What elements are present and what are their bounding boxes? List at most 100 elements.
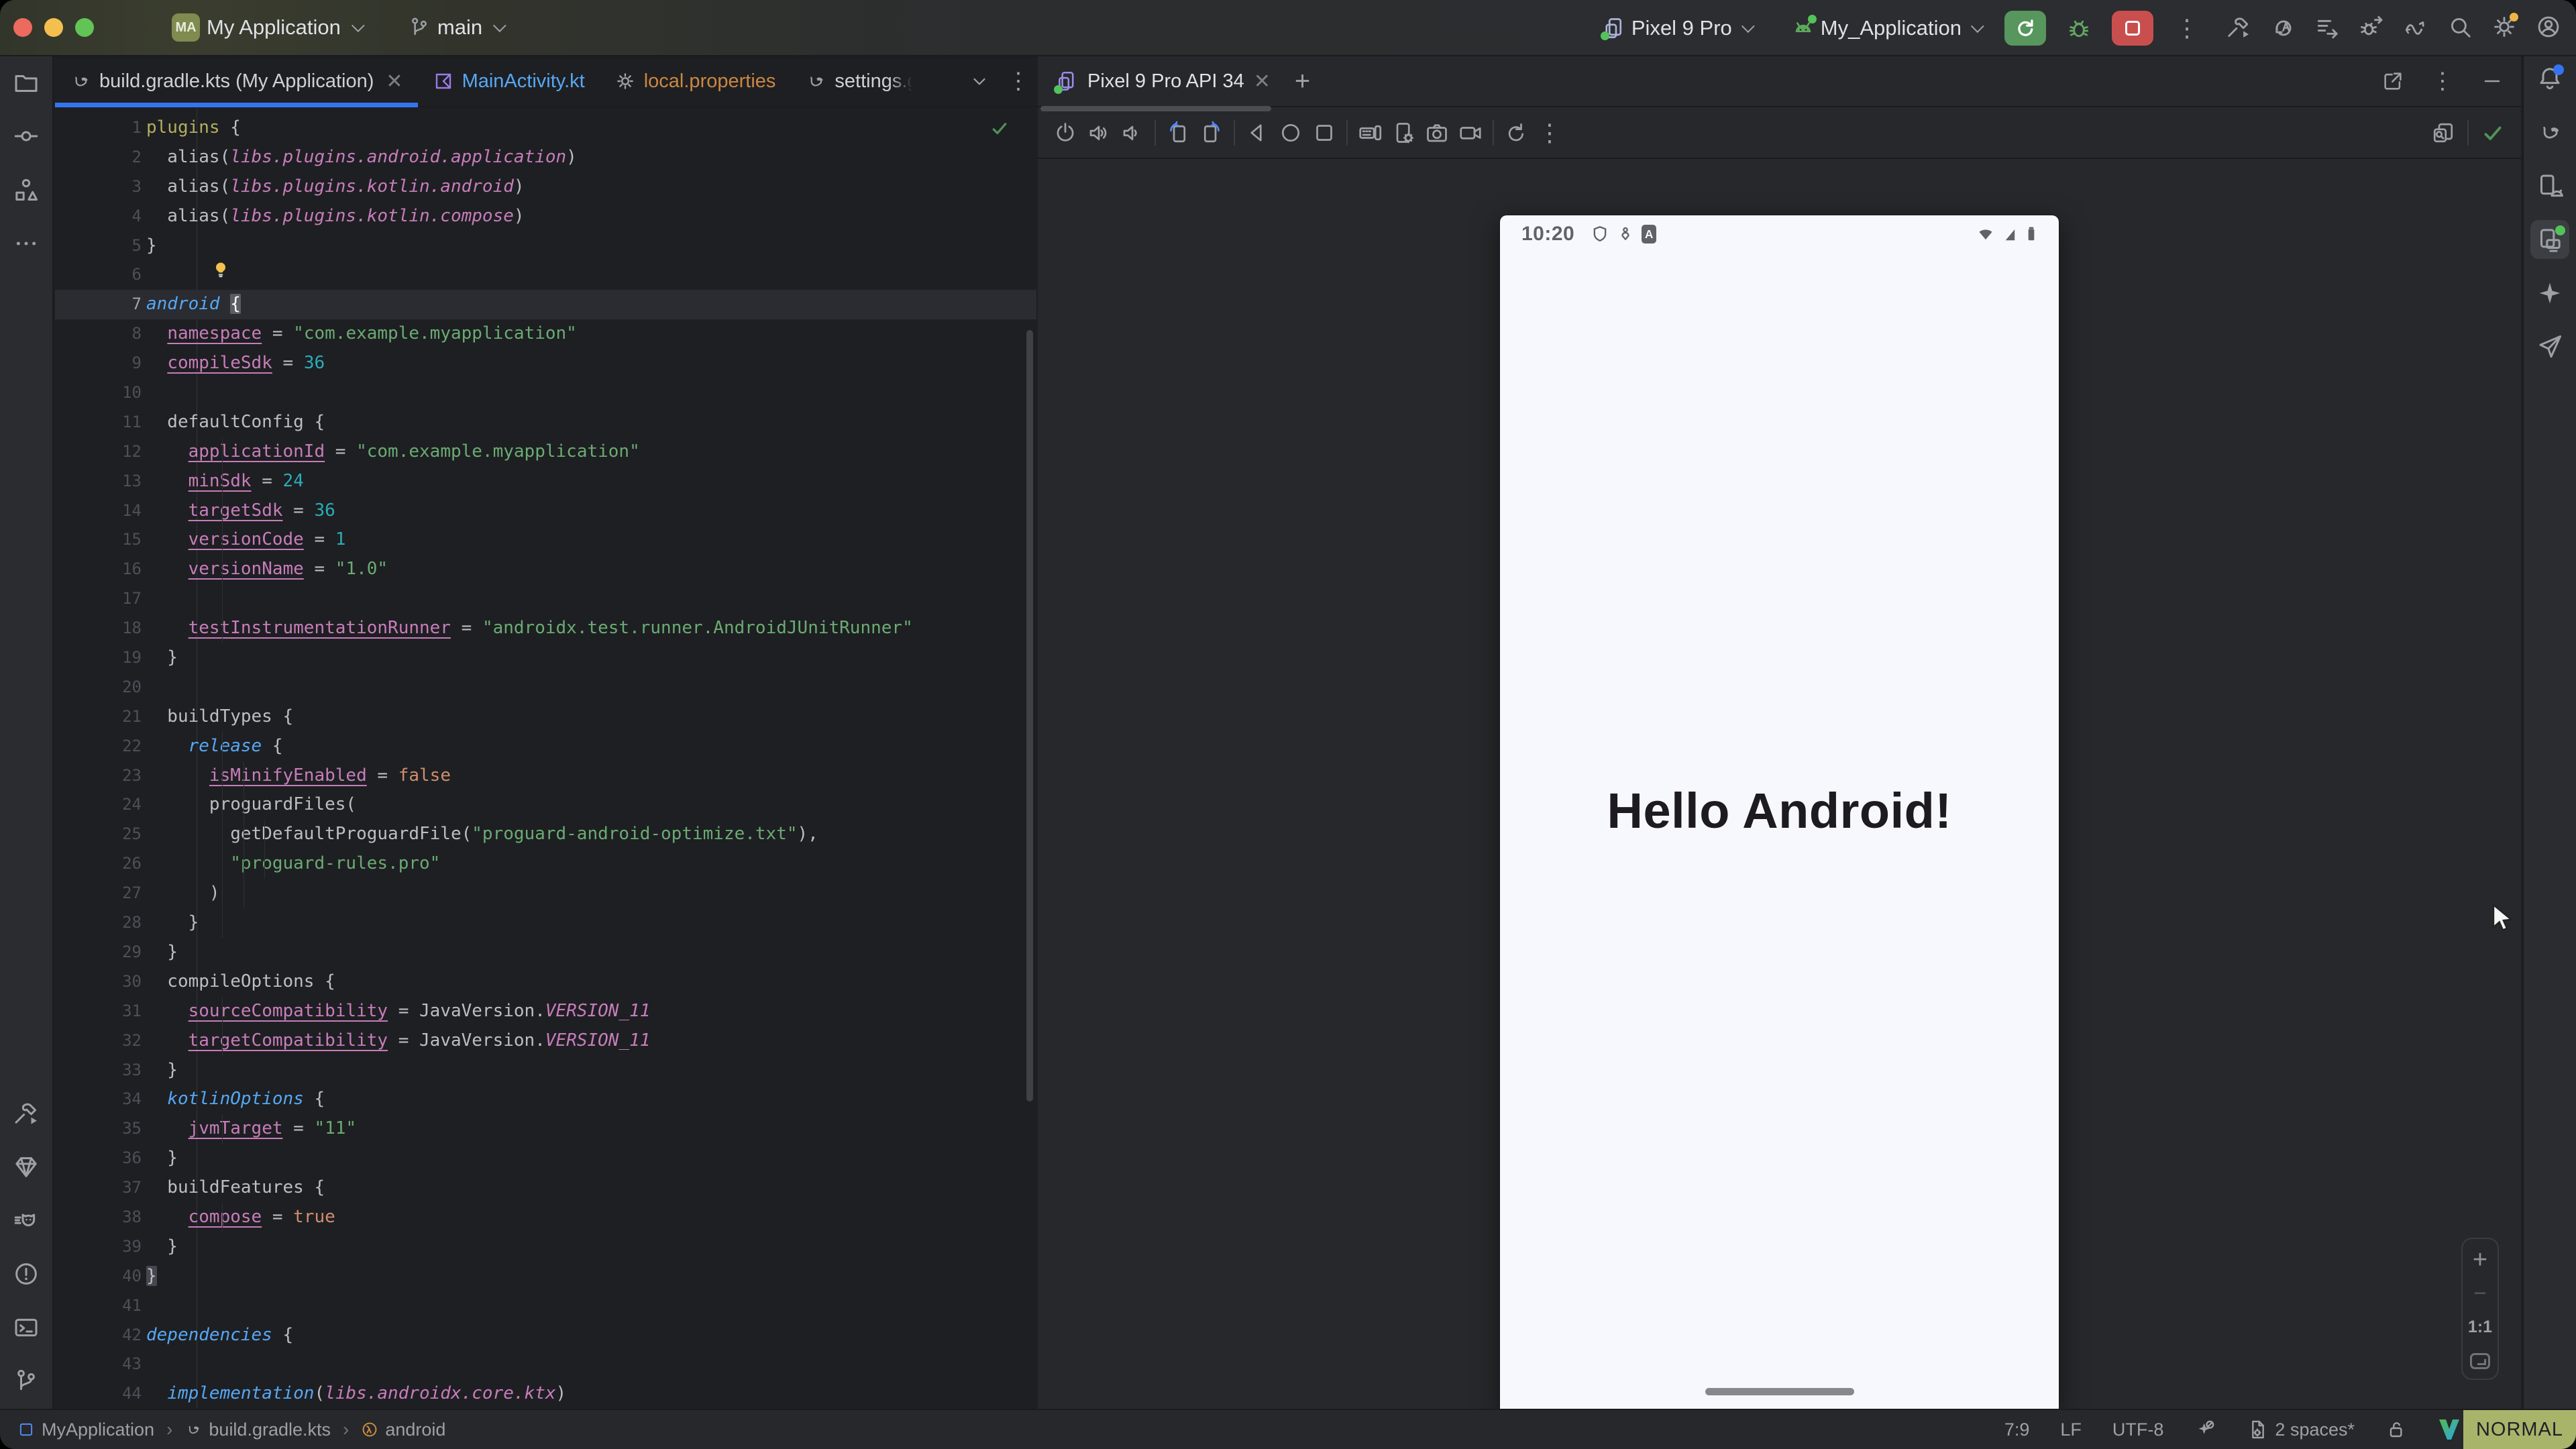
debug-button[interactable] — [2059, 9, 2098, 47]
editor-scrollbar[interactable] — [1026, 330, 1033, 1102]
tool-window-button-build[interactable] — [7, 1093, 46, 1132]
editor-tab-1[interactable]: build.gradle.kts (My Application)✕ — [55, 56, 418, 106]
minimize-window-button[interactable] — [44, 18, 63, 37]
more-icon[interactable]: ⋮ — [1538, 121, 1562, 145]
tool-window-button-structure[interactable] — [7, 170, 46, 209]
code-line-27: 27 ) — [55, 879, 1036, 908]
caret-position-widget[interactable]: 7:9 — [2004, 1419, 2030, 1440]
rotate-right-icon[interactable] — [1199, 121, 1224, 145]
device-selector[interactable]: Pixel 9 Pro — [1595, 9, 1758, 47]
stop-button[interactable] — [2112, 11, 2153, 46]
code-line-7: 7android { — [55, 290, 1036, 319]
add-device-tab-icon[interactable]: + — [1295, 66, 1310, 97]
close-window-button[interactable] — [13, 18, 32, 37]
restart-icon[interactable] — [1504, 121, 1528, 145]
close-tab-icon[interactable]: ✕ — [386, 70, 402, 93]
tool-window-button-problems[interactable] — [7, 1254, 46, 1293]
more-actions-icon[interactable]: ⋮ — [2164, 16, 2210, 40]
vim-mode-badge[interactable]: NORMAL — [2463, 1410, 2576, 1449]
device-tab[interactable]: Pixel 9 Pro API 34 ✕ — [1038, 56, 1283, 106]
editor-tab-3[interactable]: local.properties — [600, 56, 791, 106]
live-edit-check-icon[interactable] — [2481, 121, 2505, 145]
breadcrumb-item[interactable]: build.gradle.kts — [184, 1419, 331, 1440]
ui-check-icon[interactable] — [2431, 121, 2455, 145]
settings-icon[interactable] — [2491, 14, 2517, 40]
editor-tab-label: local.properties — [644, 70, 776, 93]
tool-window-button-terminal[interactable] — [7, 1308, 46, 1347]
caret-position-widget-label: 7:9 — [2004, 1419, 2030, 1440]
ai-assistant-widget[interactable] — [2194, 1419, 2216, 1440]
code-line-21: 21 buildTypes { — [55, 702, 1036, 732]
volume-up-icon[interactable] — [1087, 121, 1111, 145]
code-editor[interactable]: 1plugins {2 alias(libs.plugins.android.a… — [55, 109, 1036, 1409]
code-line-36: 36 } — [55, 1144, 1036, 1173]
inspections-ok-icon[interactable] — [989, 118, 1010, 143]
zoom-out-button[interactable]: − — [2473, 1286, 2487, 1301]
attach-debugger-icon[interactable] — [2359, 14, 2384, 40]
code-line-24: 24 proguardFiles( — [55, 790, 1036, 820]
tool-window-button-more-windows[interactable] — [7, 224, 46, 263]
ideavim-widget[interactable] — [2438, 1418, 2461, 1441]
hidden-tabs-chevron-icon[interactable] — [969, 71, 989, 91]
encoding-widget[interactable]: UTF-8 — [2112, 1419, 2164, 1440]
tab-options-icon[interactable]: ⋮ — [1007, 69, 1030, 93]
build-icon[interactable] — [2226, 14, 2251, 40]
overview-icon[interactable] — [1312, 121, 1336, 145]
hide-icon[interactable] — [2481, 70, 2504, 93]
code-line-32: 32 targetCompatibility = JavaVersion.VER… — [55, 1026, 1036, 1056]
device-tab-phone-icon — [1055, 70, 1078, 93]
run-configuration[interactable]: My_Application — [1784, 9, 1987, 47]
search-everywhere-icon[interactable] — [2447, 14, 2473, 40]
fit-to-window-button[interactable] — [2470, 1353, 2490, 1369]
readonly-lock-widget[interactable] — [2385, 1419, 2407, 1440]
apply-changes-icon[interactable] — [2270, 14, 2296, 40]
hardware-input-icon[interactable] — [1358, 121, 1382, 145]
tool-window-button-logcat[interactable] — [7, 1201, 46, 1240]
tool-window-button-gemini[interactable] — [2530, 274, 2569, 313]
rerun-button[interactable] — [2004, 11, 2046, 46]
device-tabs-scrollbar[interactable] — [1040, 106, 1271, 111]
tool-window-button-app-quality-insights[interactable] — [2530, 327, 2569, 366]
editor-tab-2[interactable]: MainActivity.kt — [418, 56, 600, 106]
zoom-in-button[interactable]: + — [2473, 1250, 2487, 1270]
emulator-screen[interactable]: 10:20 A Hello Android! — [1500, 215, 2059, 1410]
actual-size-button[interactable]: 1:1 — [2468, 1318, 2492, 1337]
more-icon[interactable]: ⋮ — [2431, 70, 2454, 93]
open-in-window-icon[interactable] — [2381, 70, 2404, 93]
indent-widget[interactable]: 2 spaces* — [2247, 1419, 2355, 1440]
tool-window-button-project[interactable] — [7, 63, 46, 102]
vcs-branch-widget[interactable]: main — [408, 15, 502, 40]
navigation-handle[interactable] — [1705, 1388, 1854, 1395]
apply-code-changes-icon[interactable] — [2314, 14, 2340, 40]
android-head-icon — [1791, 16, 1815, 40]
home-icon[interactable] — [1279, 121, 1303, 145]
project-widget[interactable]: MA My Application — [172, 13, 361, 42]
back-icon[interactable] — [1245, 121, 1269, 145]
code-line-2: 2 alias(libs.plugins.android.application… — [55, 143, 1036, 172]
tool-window-button-version-control[interactable] — [7, 1362, 46, 1401]
screenshot-icon[interactable] — [1425, 121, 1449, 145]
left-tool-stripe — [0, 56, 54, 1409]
zoom-window-button[interactable] — [75, 18, 94, 37]
editor-tab-4[interactable]: settings.g — [790, 56, 927, 106]
tool-window-button-device-manager[interactable] — [2530, 166, 2569, 205]
tool-window-button-notifications[interactable] — [2530, 59, 2569, 98]
code-line-15: 15 versionCode = 1 — [55, 525, 1036, 555]
line-separator-widget[interactable]: LF — [2060, 1419, 2082, 1440]
close-device-tab-icon[interactable]: ✕ — [1254, 70, 1271, 93]
tool-window-button-running-devices[interactable] — [2530, 220, 2569, 259]
breadcrumb-item[interactable]: MyApplication — [17, 1419, 154, 1440]
tool-window-button-gradle[interactable] — [2530, 113, 2569, 152]
rotate-left-icon[interactable] — [1166, 121, 1190, 145]
device-settings-icon[interactable] — [1391, 121, 1415, 145]
account-icon[interactable] — [2536, 14, 2561, 40]
tool-window-button-commit[interactable] — [7, 117, 46, 156]
breadcrumb-item[interactable]: android — [361, 1419, 445, 1440]
power-icon[interactable] — [1053, 121, 1077, 145]
intention-bulb-icon[interactable] — [211, 260, 227, 290]
screen-record-icon[interactable] — [1458, 121, 1483, 145]
volume-down-icon[interactable] — [1120, 121, 1144, 145]
status-bar: MyApplication›build.gradle.kts›android 7… — [0, 1409, 2576, 1449]
tool-window-button-app-insights[interactable] — [7, 1147, 46, 1186]
profiler-icon[interactable] — [2403, 14, 2428, 40]
